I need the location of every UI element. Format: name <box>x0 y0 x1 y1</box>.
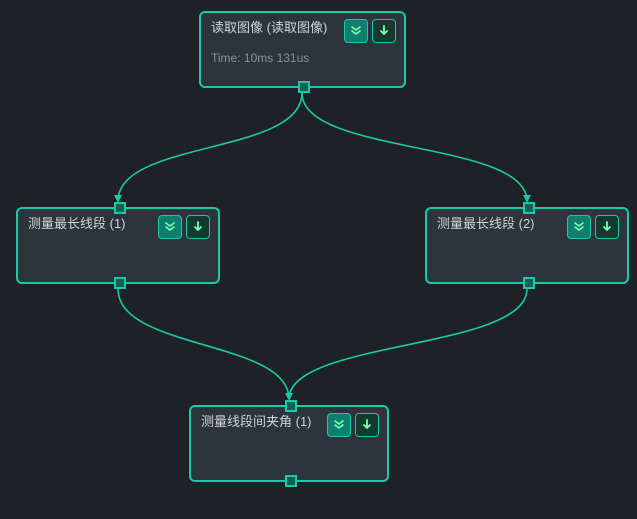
arrow-down-icon[interactable] <box>372 19 396 43</box>
edge-right-to-angle <box>289 289 527 399</box>
node-angle[interactable]: 测量线段间夹角 (1) <box>189 405 389 482</box>
chevrons-down-icon[interactable] <box>344 19 368 43</box>
chevrons-down-icon[interactable] <box>567 215 591 239</box>
node-measure-left[interactable]: 测量最长线段 (1) <box>16 207 220 284</box>
port-in[interactable] <box>285 400 297 412</box>
port-in[interactable] <box>114 202 126 214</box>
node-read-image[interactable]: 读取图像 (读取图像) Time: 10ms 131us <box>199 11 406 88</box>
port-in[interactable] <box>523 202 535 214</box>
node-title: 测量最长线段 (1) <box>28 215 154 233</box>
node-title: 读取图像 (读取图像) <box>211 19 340 37</box>
arrow-down-icon[interactable] <box>186 215 210 239</box>
port-out[interactable] <box>523 277 535 289</box>
arrow-down-icon[interactable] <box>355 413 379 437</box>
edge-read-to-left <box>118 93 302 201</box>
edge-read-to-right <box>302 93 527 201</box>
port-out[interactable] <box>285 475 297 487</box>
node-title: 测量最长线段 (2) <box>437 215 563 233</box>
port-out[interactable] <box>298 81 310 93</box>
chevrons-down-icon[interactable] <box>158 215 182 239</box>
port-out[interactable] <box>114 277 126 289</box>
arrow-down-icon[interactable] <box>595 215 619 239</box>
node-measure-right[interactable]: 测量最长线段 (2) <box>425 207 629 284</box>
node-subtitle: Time: 10ms 131us <box>201 47 404 75</box>
node-title: 测量线段间夹角 (1) <box>201 413 323 431</box>
chevrons-down-icon[interactable] <box>327 413 351 437</box>
edge-left-to-angle <box>118 289 289 399</box>
